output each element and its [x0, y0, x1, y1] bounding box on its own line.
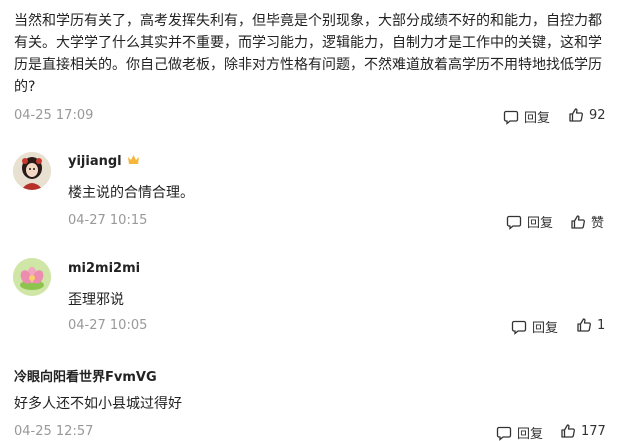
comment-text: 歪理邪说	[68, 292, 124, 308]
thumbs-up-icon	[561, 424, 575, 438]
like-count: 177	[581, 423, 606, 439]
comment-time: 04-25 12:57	[14, 424, 94, 439]
post-reply-label: 回复	[524, 111, 551, 126]
post-like-count: 92	[589, 107, 606, 123]
post-text: 当然和学历有关了，高考发挥失利有，但毕竟是个别现象，大部分成绩不好的和能力，自控…	[14, 13, 602, 95]
username-text: yijiangl	[68, 154, 122, 169]
comment-time: 04-27 10:15	[68, 213, 148, 228]
thumbs-up-icon	[577, 318, 591, 332]
username-text: mi2mi2mi	[68, 261, 141, 276]
username-text: 冷眼向阳看世界FvmVG	[14, 370, 157, 385]
comment-bubble-icon	[496, 426, 512, 441]
like-button[interactable]: 赞	[570, 212, 604, 231]
avatar-image	[13, 258, 51, 296]
avatar-image	[13, 152, 51, 190]
reply-button[interactable]: 回复	[496, 423, 543, 441]
comment-bubble-icon	[511, 320, 527, 335]
username[interactable]: yijiangl	[68, 154, 140, 169]
post-time: 04-25 17:09	[14, 108, 94, 123]
like-count: 1	[597, 317, 606, 333]
like-label: 赞	[591, 216, 605, 231]
post-reply-button[interactable]: 回复	[503, 107, 550, 126]
reply-button[interactable]: 回复	[511, 317, 558, 336]
avatar[interactable]	[13, 258, 51, 296]
comment-text: 楼主说的合情合理。	[68, 185, 194, 201]
comment-text: 好多人还不如小县城过得好	[14, 396, 182, 412]
username[interactable]: mi2mi2mi	[68, 261, 140, 276]
like-button[interactable]: 177	[560, 423, 606, 439]
reply-label: 回复	[527, 216, 554, 231]
thumbs-up-icon	[569, 108, 583, 122]
username[interactable]: 冷眼向阳看世界FvmVG	[14, 366, 157, 385]
comment-time: 04-27 10:05	[68, 318, 148, 333]
avatar[interactable]	[13, 152, 51, 190]
like-button[interactable]: 1	[576, 317, 605, 333]
comment-bubble-icon	[506, 215, 522, 230]
reply-button[interactable]: 回复	[506, 212, 553, 231]
crown-badge-icon	[127, 154, 140, 169]
reply-label: 回复	[517, 427, 544, 441]
post-like-button[interactable]: 92	[568, 107, 606, 123]
thumbs-up-icon	[571, 214, 585, 229]
comment-bubble-icon	[503, 110, 519, 125]
reply-label: 回复	[532, 321, 559, 336]
